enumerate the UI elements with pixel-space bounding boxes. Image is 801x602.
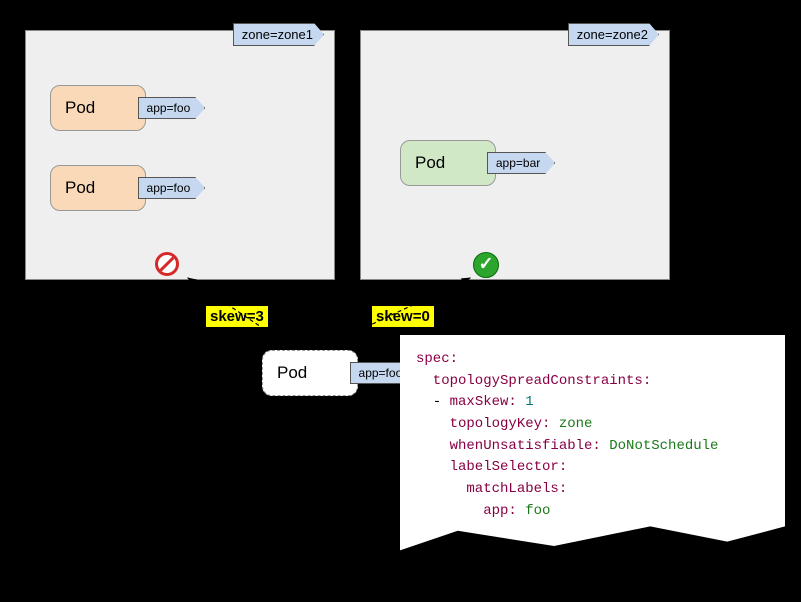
pod-text: Pod: [415, 153, 445, 172]
yaml-app-key: app:: [416, 503, 517, 519]
zone-1-label: zone=zone1: [233, 23, 324, 46]
pod-bar-label: app=bar: [487, 152, 555, 174]
yaml-spec-key: spec:: [416, 351, 458, 367]
yaml-app-val: foo: [517, 503, 551, 519]
yaml-spec-panel: spec: topologySpreadConstraints: - maxSk…: [400, 335, 785, 553]
skew-left-label: skew=3: [206, 306, 268, 327]
pod-text: Pod: [65, 178, 95, 197]
yaml-tsc-key: topologySpreadConstraints:: [416, 373, 651, 389]
zone-1-container: zone=zone1: [25, 30, 335, 280]
yaml-topokey-val: zone: [550, 416, 592, 432]
yaml-maxskew-key: maxSkew:: [450, 394, 517, 410]
deny-icon: [155, 252, 179, 276]
yaml-matchlabels-key: matchLabels:: [416, 481, 567, 497]
zone-2-label: zone=zone2: [568, 23, 659, 46]
pod-text: Pod: [65, 98, 95, 117]
pod-text: Pod: [277, 363, 307, 382]
yaml-dash: -: [416, 394, 450, 410]
yaml-topokey-key: topologyKey:: [416, 416, 550, 432]
pod-foo-2: Pod app=foo: [50, 165, 146, 211]
pod-bar: Pod app=bar: [400, 140, 496, 186]
pod-foo-2-label: app=foo: [138, 177, 206, 199]
yaml-maxskew-val: 1: [517, 394, 534, 410]
yaml-whenunsat-key: whenUnsatisfiable:: [416, 438, 601, 454]
check-icon: [473, 252, 499, 278]
skew-right-label: skew=0: [372, 306, 434, 327]
pod-foo-1-label: app=foo: [138, 97, 206, 119]
pod-foo-1: Pod app=foo: [50, 85, 146, 131]
yaml-whenunsat-val: DoNotSchedule: [601, 438, 719, 454]
yaml-labelsel-key: labelSelector:: [416, 459, 567, 475]
pod-pending: Pod app=foo: [262, 350, 358, 396]
